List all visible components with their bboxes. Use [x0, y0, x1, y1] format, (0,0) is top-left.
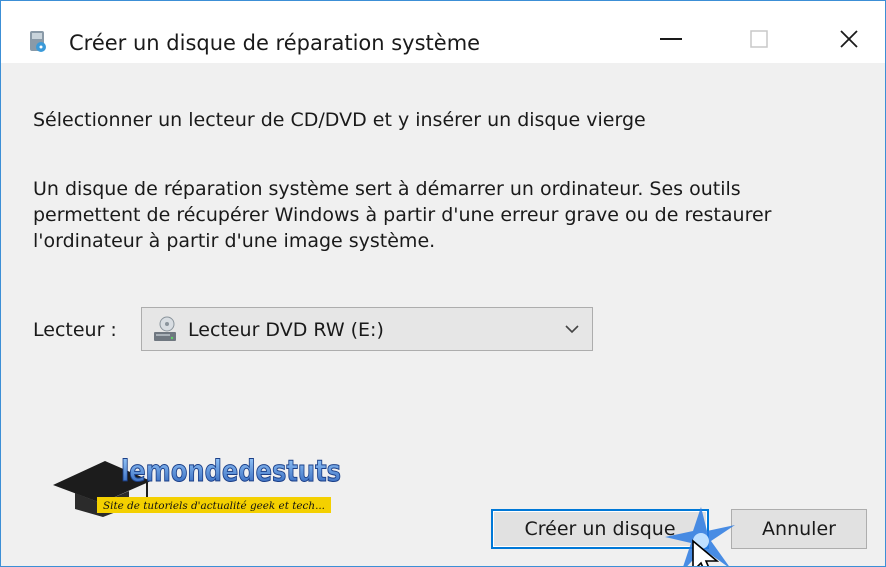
description-line: Un disque de réparation système sert à d… [33, 178, 741, 200]
drive-label: Lecteur : [33, 319, 117, 341]
drive-dropdown[interactable]: Lecteur DVD RW (E:) [141, 307, 593, 351]
close-icon [840, 30, 858, 48]
description-line: l'ordinateur à partir d'une image systèm… [33, 230, 436, 252]
maximize-button[interactable] [729, 15, 789, 63]
watermark-logo: lemondedestuts Site de tutoriels d'actua… [53, 454, 342, 517]
create-disc-button[interactable]: Créer un disque [491, 509, 709, 549]
drive-selected-value: Lecteur DVD RW (E:) [188, 319, 384, 341]
app-icon [30, 31, 46, 52]
watermark-brand: lemondedestuts [121, 454, 341, 488]
dialog-window: Créer un disque de réparation système Sé… [0, 0, 886, 567]
chevron-down-icon[interactable] [564, 323, 580, 335]
instruction-heading: Sélectionner un lecteur de CD/DVD et y i… [33, 109, 646, 131]
watermark-tagline: Site de tutoriels d'actualité geek et te… [103, 501, 325, 512]
dialog-content: Sélectionner un lecteur de CD/DVD et y i… [1, 63, 885, 566]
window-title: Créer un disque de réparation système [69, 31, 481, 55]
close-button[interactable] [819, 15, 879, 63]
minimize-icon [660, 38, 682, 40]
maximize-icon [750, 30, 768, 48]
cancel-button[interactable]: Annuler [731, 509, 867, 549]
description-line: permettent de récupérer Windows à partir… [33, 204, 772, 226]
description-text: Un disque de réparation système sert à d… [33, 176, 833, 254]
dvd-drive-icon [154, 316, 176, 341]
minimize-button[interactable] [641, 15, 701, 63]
title-bar[interactable]: Créer un disque de réparation système [1, 1, 885, 63]
